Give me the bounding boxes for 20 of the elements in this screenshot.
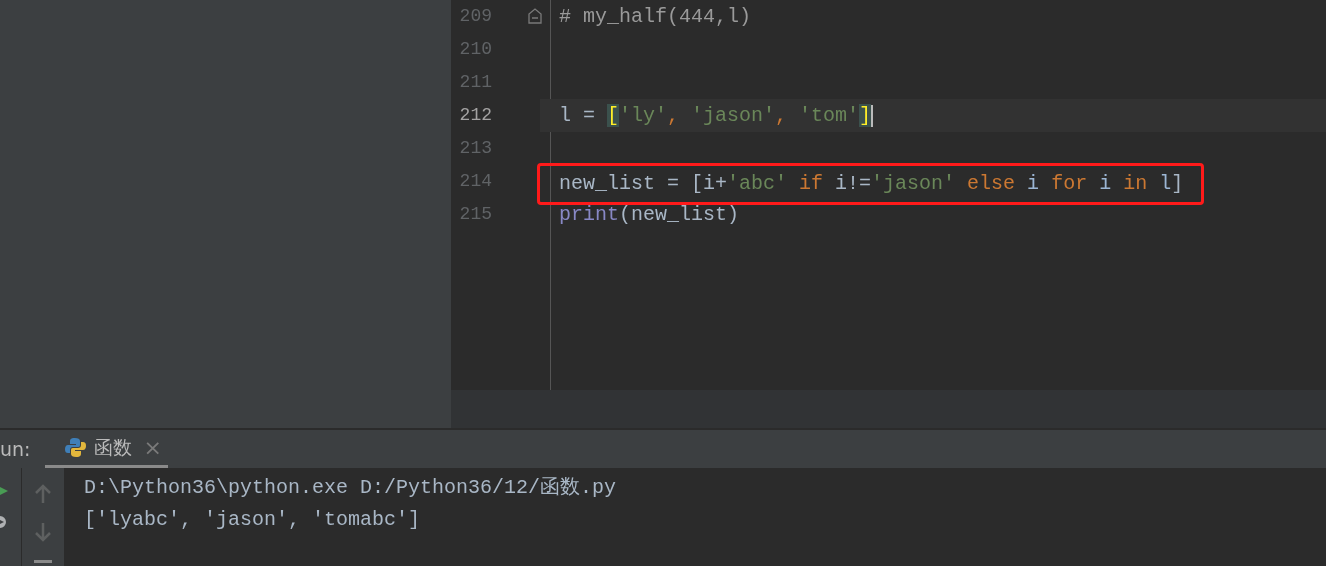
line-number: 213 [458,137,492,160]
python-icon [64,437,86,458]
down-arrow-icon[interactable] [35,522,51,542]
line-number: 215 [458,203,492,226]
text-cursor [871,104,874,127]
line-number: 209 [458,5,492,28]
run-label: un: [0,436,31,462]
up-arrow-icon[interactable] [35,484,51,504]
code-line: l = ['ly', 'jason', 'tom'] [559,103,872,129]
line-number: 210 [458,38,492,61]
run-tab[interactable]: 函数 × [44,430,168,468]
code-line: # my_half(444,l) [559,4,752,30]
fold-icon[interactable] [528,8,542,24]
run-icon[interactable] [0,484,8,498]
console-line: D:\Python36\python.exe D:/Python36/12/函数.py [84,475,618,501]
code-line: print(new_list) [559,202,740,228]
line-number: 211 [458,71,492,94]
console-line: ['lyabc', 'jason', 'tomabc'] [84,507,422,533]
line-number: 212 [458,104,492,127]
line-number: 214 [458,170,492,193]
